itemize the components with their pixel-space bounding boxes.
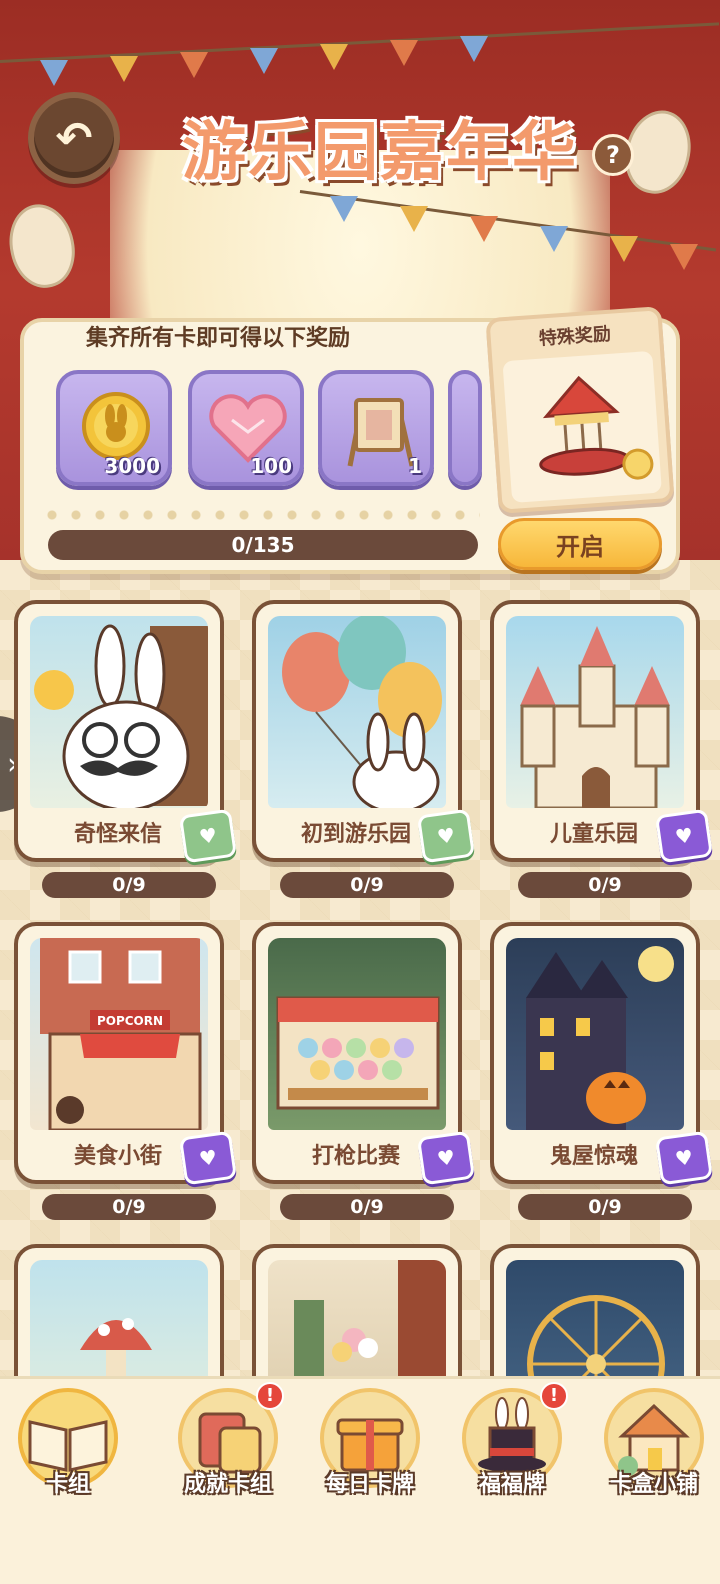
bunting-flag	[180, 52, 208, 78]
album-progress-text: 0/9	[112, 874, 146, 896]
album-image	[268, 616, 446, 808]
bunting-flag	[320, 44, 348, 70]
album-progress-bar: 0/9	[42, 1194, 216, 1220]
album-progress-bar: 0/9	[42, 872, 216, 898]
nav-label: 卡组	[45, 1472, 90, 1497]
popcorn-truck-illustration: POPCORN	[40, 938, 202, 1130]
alert-badge: !	[256, 1382, 284, 1410]
album-progress-text: 0/9	[588, 1196, 622, 1218]
album-progress-bar: 0/9	[518, 1194, 692, 1220]
nav-daily-cards[interactable]: 每日卡牌	[310, 1382, 430, 1512]
page-title: 游乐园嘉年华	[182, 116, 578, 190]
album-image	[268, 938, 446, 1130]
bunting-flag	[400, 206, 428, 232]
album-card[interactable]: 鬼屋惊魂 ♥	[490, 922, 714, 1186]
album-progress-bar: 0/9	[280, 1194, 454, 1220]
album-image: POPCORN	[30, 938, 208, 1130]
total-progress-text: 0/135	[231, 533, 295, 557]
card-box-icon: ♥	[654, 808, 714, 864]
special-reward-title: 特殊奖励	[538, 323, 612, 350]
bunting-flag	[460, 36, 488, 62]
special-reward-image	[502, 350, 662, 503]
card-box-icon: ♥	[178, 1130, 238, 1186]
nav-card-shop[interactable]: 卡盒小铺	[594, 1382, 714, 1512]
nav-label: 福福牌	[478, 1472, 545, 1497]
special-reward-card[interactable]: 特殊奖励	[485, 306, 675, 514]
reward-count: 1	[408, 454, 422, 478]
alert-badge: !	[540, 1382, 568, 1410]
nav-lucky-cards[interactable]: ! 福福牌	[452, 1382, 572, 1512]
bunting-flag	[670, 244, 698, 270]
album-card[interactable]: 奇怪来信 ♥	[14, 600, 238, 864]
album-progress-bar: 0/9	[280, 872, 454, 898]
card-box-icon: ♥	[416, 1130, 476, 1186]
haunted-house-illustration	[526, 946, 674, 1130]
bunting-flag	[390, 40, 418, 66]
album-image	[506, 938, 684, 1130]
reward-count: 100	[250, 454, 292, 478]
panel-divider-dots	[40, 510, 480, 520]
reward-count: 3000	[104, 454, 160, 478]
album-image	[30, 616, 208, 808]
album-card[interactable]: POPCORN 美食小街 ♥	[14, 922, 238, 1186]
bunting-flag	[110, 56, 138, 82]
album-progress-bar: 0/9	[518, 872, 692, 898]
album-card[interactable]: 打枪比赛 ♥	[252, 922, 476, 1186]
back-button[interactable]: ↶	[28, 92, 120, 184]
album-progress-text: 0/9	[112, 1196, 146, 1218]
rabbit-mustache-illustration	[34, 624, 208, 808]
nav-label: 成就卡组	[183, 1472, 272, 1497]
carousel-icon	[539, 375, 654, 480]
nav-achievement-album[interactable]: ! 成就卡组	[168, 1382, 288, 1512]
nav-label: 卡盒小铺	[609, 1472, 698, 1497]
open-button[interactable]: 开启	[498, 518, 662, 570]
card-box-icon: ♥	[178, 808, 238, 864]
reward-item-heart[interactable]: 100	[188, 370, 304, 486]
bunting-flag	[470, 216, 498, 242]
card-box-icon: ♥	[416, 808, 476, 864]
back-arrow-icon: ↶	[55, 112, 93, 164]
album-card[interactable]: 儿童乐园 ♥	[490, 600, 714, 864]
shooting-booth-illustration	[276, 996, 440, 1110]
album-image	[506, 616, 684, 808]
balloons-illustration	[282, 616, 442, 808]
album-card[interactable]: 初到游乐园 ♥	[252, 600, 476, 864]
nav-card-album[interactable]: 卡组	[8, 1382, 128, 1512]
total-progress-bar: 0/135	[48, 530, 478, 560]
nav-label: 每日卡牌	[325, 1472, 414, 1497]
svg-text:POPCORN: POPCORN	[97, 1014, 163, 1028]
help-button[interactable]: ?	[592, 134, 634, 176]
reward-item-easel[interactable]: 1	[318, 370, 434, 486]
album-progress-text: 0/9	[350, 874, 384, 896]
album-progress-text: 0/9	[588, 874, 622, 896]
bunting-flag	[40, 60, 68, 86]
card-box-icon: ♥	[654, 1130, 714, 1186]
reward-item-partial[interactable]	[448, 370, 482, 486]
reward-item-coin[interactable]: 3000	[56, 370, 172, 486]
bunting-flag	[540, 226, 568, 252]
bunting-flag	[250, 48, 278, 74]
reward-panel-title: 集齐所有卡即可得以下奖励	[86, 326, 351, 351]
castle-illustration	[520, 626, 670, 808]
bunting-flag	[610, 236, 638, 262]
album-progress-text: 0/9	[350, 1196, 384, 1218]
